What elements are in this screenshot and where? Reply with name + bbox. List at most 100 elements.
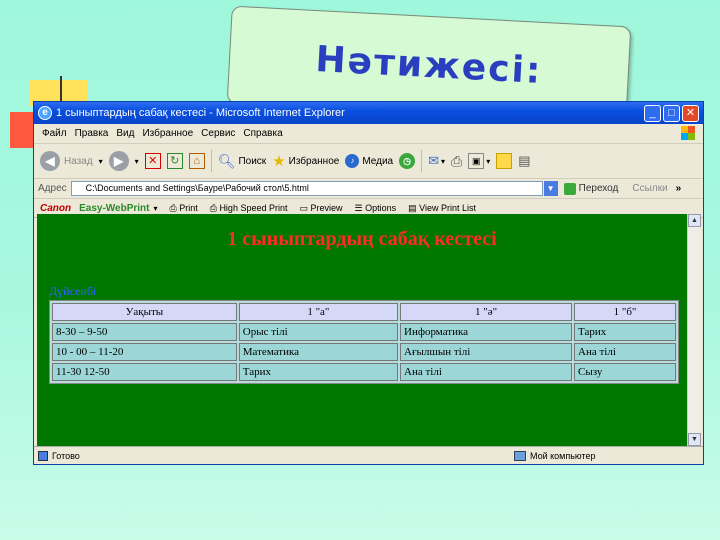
back-dropdown-icon[interactable]: ▾ [99, 157, 103, 166]
page-icon [38, 450, 48, 461]
maximize-button[interactable]: □ [663, 104, 680, 122]
preview-label: Preview [310, 202, 343, 213]
printer-icon: ⎙ [169, 202, 180, 213]
scroll-up-icon[interactable]: ▲ [688, 214, 701, 227]
ie-icon: e [38, 106, 52, 120]
mail-dropdown-icon[interactable]: ▾ [441, 157, 445, 166]
go-arrow-icon [563, 182, 576, 195]
table-cell: Ағылшын тілі [400, 343, 573, 361]
search-button[interactable]: 🔍︎ Поиск [218, 153, 267, 170]
mail-button[interactable]: ✉ ▾ [428, 153, 445, 169]
table-cell: 11-30 12-50 [52, 363, 237, 381]
view-print-list-label: View Print List [419, 202, 476, 213]
table-row: 10 - 00 – 11-20 Математика Ағылшын тілі … [52, 343, 676, 361]
column-header-1b: 1 "б" [574, 303, 676, 321]
toolbar-separator [421, 150, 423, 172]
forward-dropdown-icon[interactable]: ▾ [135, 157, 139, 166]
table-cell: Орыс тілі [238, 323, 399, 341]
menu-bar: Файл Правка Вид Избранное Сервис Справка [34, 124, 703, 144]
menu-file[interactable]: Файл [42, 128, 67, 139]
page-heading: 1 сыныптардың сабақ кестесі [227, 228, 497, 250]
chevron-right-icon[interactable]: » [676, 183, 682, 194]
windows-logo-icon [681, 126, 695, 140]
easy-webprint-menu[interactable]: Easy-WebPrint [79, 203, 149, 214]
stop-button[interactable]: ✕ [144, 153, 161, 169]
print-button[interactable]: ⎙ [451, 153, 462, 170]
favorites-button[interactable]: ★ Избранное [272, 152, 339, 170]
canon-print-label: Print [179, 202, 198, 213]
address-dropdown-icon[interactable]: ▼ [543, 181, 558, 196]
computer-icon [514, 450, 526, 461]
options-icon: ☰ [354, 202, 366, 213]
folder-icon [496, 153, 513, 169]
media-button[interactable]: ♪ Медиа [345, 154, 393, 168]
go-button[interactable]: Переход [563, 182, 618, 195]
schedule-table: Уақыты 1 "а" 1 "ә" 1 "б" 8-30 – 9-50 Оры… [49, 300, 679, 384]
table-cell: Математика [238, 343, 399, 361]
edit-button[interactable]: ▣ ▾ [468, 153, 490, 169]
easy-webprint-dropdown-icon[interactable]: ▾ [154, 204, 158, 213]
research-button[interactable]: ▤ [518, 153, 530, 169]
history-icon: ◷ [399, 153, 416, 169]
column-header-time: Уақыты [52, 303, 237, 321]
table-cell: Сызу [574, 363, 676, 381]
high-speed-print-label: High Speed Print [219, 202, 288, 213]
window-title: 1 сыныптардың сабақ кестесі - Microsoft … [56, 107, 345, 119]
menu-help[interactable]: Справка [243, 128, 282, 139]
address-label: Адрес [38, 183, 67, 194]
table-cell: Ана тілі [400, 363, 573, 381]
discuss-button[interactable] [496, 153, 513, 169]
refresh-button[interactable]: ↻ [166, 153, 183, 169]
menu-favorites[interactable]: Избранное [142, 128, 193, 139]
view-print-list-button[interactable]: ▤ View Print List [408, 203, 476, 214]
page-content: 1 сыныптардың сабақ кестесі Дүйсенбі Уақ… [37, 214, 687, 446]
back-button[interactable]: ◀ Назад ▾ [40, 151, 103, 171]
menu-edit[interactable]: Правка [75, 128, 109, 139]
zone-label: Мой компьютер [530, 450, 596, 461]
status-text: Готово [52, 450, 80, 461]
stop-icon: ✕ [144, 153, 161, 169]
table-cell: 10 - 00 – 11-20 [52, 343, 237, 361]
table-row: 11-30 12-50 Тарих Ана тілі Сызу [52, 363, 676, 381]
edit-dropdown-icon[interactable]: ▾ [486, 157, 490, 166]
column-header-1a2: 1 "ә" [400, 303, 573, 321]
vertical-scrollbar[interactable]: ▲ ▼ [687, 214, 701, 446]
column-header-1a: 1 "а" [238, 303, 399, 321]
slide-title: Нәтижесі: [314, 38, 544, 92]
preview-button[interactable]: ▭ Preview [299, 203, 342, 214]
day-label: Дүйсенбі [49, 284, 97, 298]
favorites-label: Избранное [288, 155, 340, 167]
menu-view[interactable]: Вид [116, 128, 134, 139]
minimize-button[interactable]: _ [644, 104, 661, 122]
home-button[interactable]: ⌂ [188, 153, 205, 169]
table-cell: Ана тілі [574, 343, 676, 361]
canon-print-button[interactable]: ⎙ Print [170, 203, 198, 214]
research-icon: ▤ [518, 153, 531, 168]
options-button[interactable]: ☰ Options [355, 203, 397, 214]
forward-button[interactable]: ▶ ▾ [108, 151, 139, 171]
scroll-down-icon[interactable]: ▼ [688, 433, 701, 446]
menu-tools[interactable]: Сервис [201, 128, 235, 139]
home-icon: ⌂ [188, 153, 205, 169]
edit-icon: ▣ [468, 153, 485, 169]
history-button[interactable]: ◷ [399, 153, 416, 169]
links-label[interactable]: Ссылки [632, 183, 667, 194]
mail-icon: ✉ [428, 153, 440, 168]
table-cell: Тарих [238, 363, 399, 381]
table-header-row: Уақыты 1 "а" 1 "ә" 1 "б" [52, 303, 676, 321]
address-input[interactable]: C:\Documents and Settings\Бауре\Рабочий … [70, 181, 543, 196]
browser-window: e 1 сыныптардың сабақ кестесі - Microsof… [33, 101, 704, 465]
table-cell: Тарих [574, 323, 676, 341]
address-bar: Адрес C:\Documents and Settings\Бауре\Ра… [34, 179, 703, 199]
refresh-icon: ↻ [166, 153, 183, 169]
standard-toolbar: ◀ Назад ▾ ▶ ▾ ✕ ↻ ⌂ 🔍︎ Поиск ★ Избранное… [34, 144, 703, 179]
table-cell: 8-30 – 9-50 [52, 323, 237, 341]
high-speed-print-button[interactable]: ⎙ High Speed Print [210, 203, 288, 214]
close-button[interactable]: ✕ [682, 104, 699, 122]
media-label: Медиа [362, 155, 394, 167]
status-bar: Готово Мой компьютер [34, 446, 703, 464]
back-label: Назад [64, 155, 93, 167]
canon-logo: Canon [40, 202, 72, 214]
security-zone: Мой компьютер [514, 450, 596, 461]
search-label: Поиск [238, 155, 267, 167]
